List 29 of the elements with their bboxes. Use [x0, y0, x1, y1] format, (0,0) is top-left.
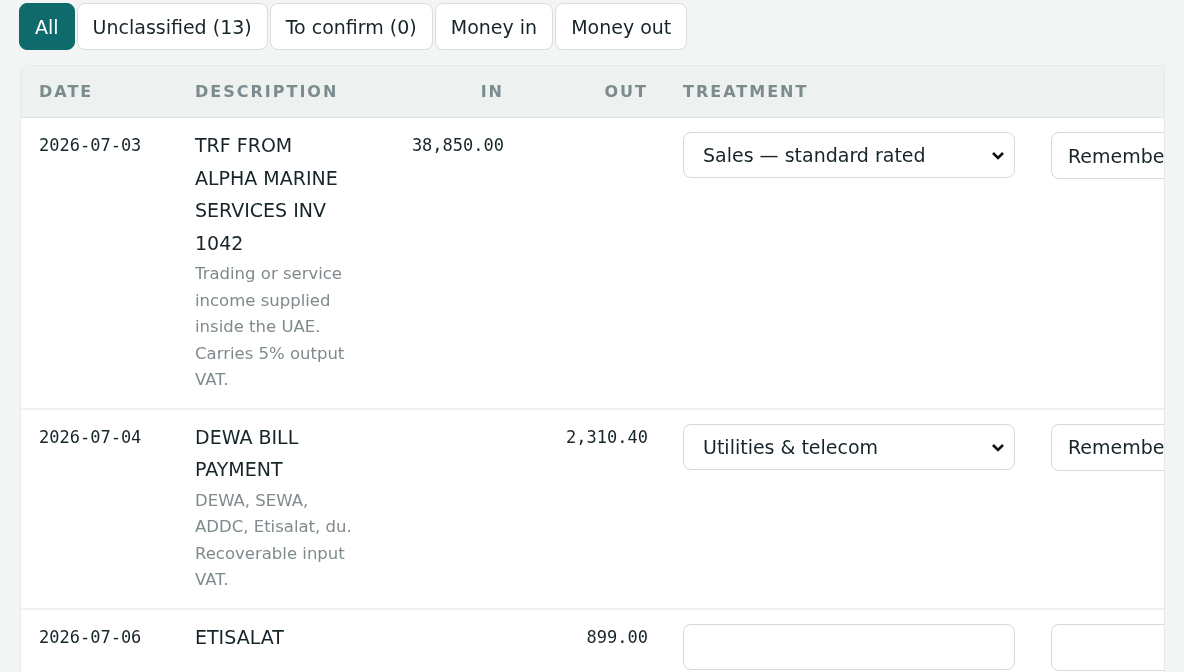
amount-in: 38,850.00	[411, 135, 504, 155]
filter-tab[interactable]: All	[19, 3, 75, 50]
date-cell: 2026-07-03	[39, 135, 142, 155]
filter-tab[interactable]: Money in	[434, 3, 554, 50]
remember-button[interactable]: Remembe	[1051, 132, 1164, 179]
filter-tab[interactable]: Unclassified (13)	[76, 3, 268, 50]
chevron-icon	[991, 442, 1005, 453]
description-text: DEWA BILL PAYMENT	[195, 424, 300, 482]
column-header: OUT	[604, 82, 648, 101]
amount-out: 899.00	[586, 626, 648, 647]
chevron-icon	[991, 151, 1005, 161]
description-text: TRF FROM ALPHA MARINE SERVICES INV 1042	[195, 133, 339, 256]
filter-tab[interactable]: Money out	[555, 3, 688, 50]
filter-tab[interactable]: To confirm (0)	[269, 3, 433, 50]
date-cell: 2026-07-06	[39, 626, 142, 647]
remember-button[interactable]: Remembe	[1051, 423, 1164, 471]
column-header: DESCRIPTION	[195, 82, 339, 101]
treatment-select[interactable]	[683, 623, 1015, 670]
treatment-select[interactable]: Sales — standard rated	[683, 132, 1015, 178]
column-header: IN	[480, 82, 504, 101]
description-text: ETISALAT	[195, 624, 285, 650]
treatment-select[interactable]: Utilities & telecom	[683, 423, 1015, 470]
remember-button[interactable]	[1051, 623, 1164, 671]
amount-out: 2,310.40	[566, 426, 648, 447]
treatment-note: Trading or service income supplied inside the UAE. Carries 5% output VAT.	[195, 263, 346, 391]
treatment-note: DEWA, SEWA, ADDC, Etisalat, du. Recoverable input VAT.	[195, 489, 353, 591]
column-header: DATE	[39, 82, 94, 101]
date-cell: 2026-07-04	[39, 426, 142, 447]
column-header: TREATMENT	[683, 82, 809, 101]
